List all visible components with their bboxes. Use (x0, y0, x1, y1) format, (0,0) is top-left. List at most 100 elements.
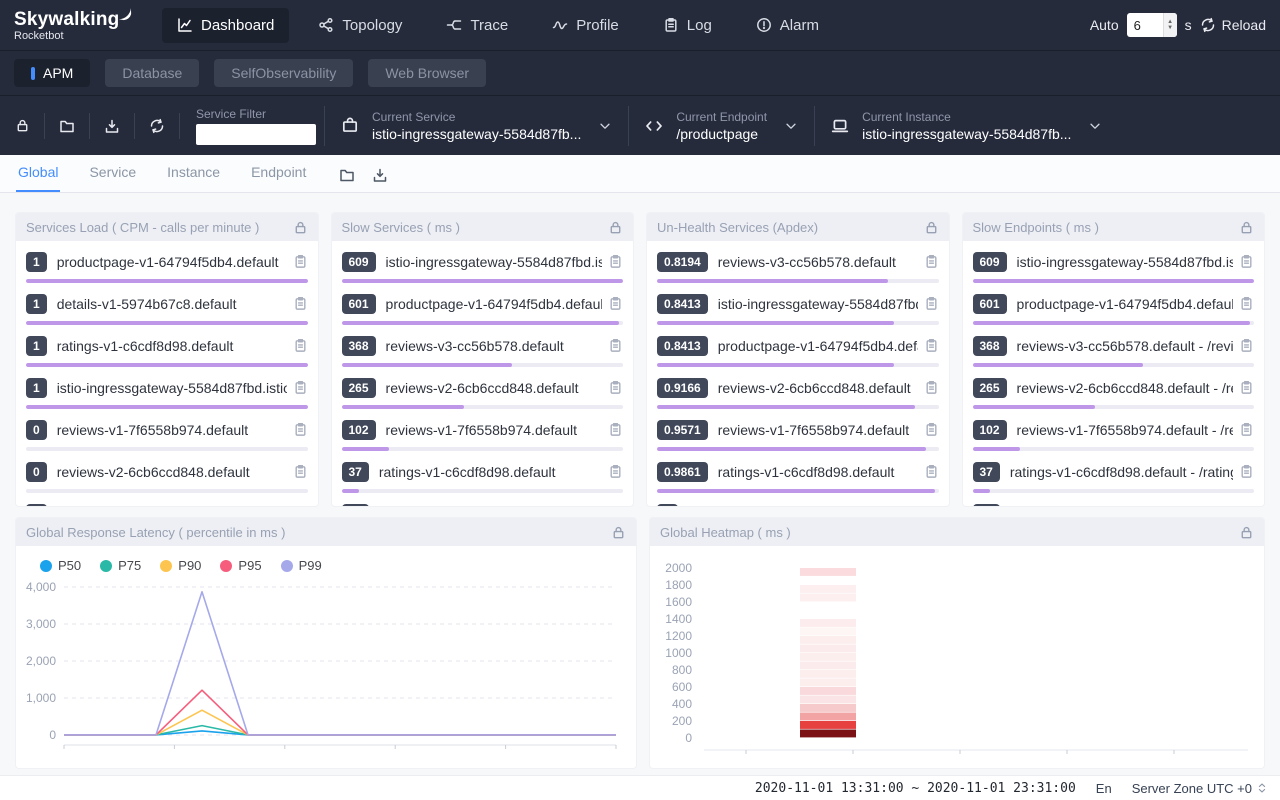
row-name: productpage-v1-64794f5db4.default (386, 296, 602, 312)
metric-row[interactable]: 0.8413 productpage-v1-64794f5db4.default (647, 325, 949, 367)
skywalking-dashboard: Skywalking Rocketbot Dashboard Topology … (0, 0, 1280, 768)
copy-icon[interactable] (924, 296, 939, 311)
tab-global[interactable]: Global (16, 164, 60, 192)
metric-row[interactable]: 609 istio-ingressgateway-5584d87fbd.isti… (963, 241, 1265, 283)
log-icon (663, 17, 679, 33)
metric-row[interactable]: 1 istio-ingressgateway-5584d87fbd.istio-… (16, 367, 318, 409)
dashboard-tab-database[interactable]: Database (105, 59, 199, 87)
toolbar-refresh-button[interactable] (135, 118, 179, 134)
metric-row[interactable]: 0.9571 reviews-v1-7f6558b974.default (647, 409, 949, 451)
legend-p90[interactable]: P90 (160, 558, 201, 573)
copy-icon[interactable] (608, 254, 623, 269)
selector-current-service[interactable]: Current Service istio-ingressgateway-558… (324, 106, 628, 146)
download-icon[interactable] (372, 167, 388, 183)
skywalking-logo[interactable]: Skywalking Rocketbot (14, 9, 146, 42)
metric-row[interactable]: 0 reviews-v2-6cb6ccd848.default (16, 451, 318, 493)
selector-current-endpoint[interactable]: Current Endpoint /productpage (628, 106, 814, 146)
legend-p50[interactable]: P50 (40, 558, 81, 573)
metric-row[interactable]: 1 productpage-v1-64794f5db4.default (16, 241, 318, 283)
copy-icon[interactable] (293, 296, 308, 311)
dashboard-tab-web-browser[interactable]: Web Browser (368, 59, 486, 87)
metric-row[interactable]: 0.8413 istio-ingressgateway-5584d87fbd..… (647, 283, 949, 325)
server-zone-control[interactable]: Server Zone UTC +0 (1132, 781, 1268, 796)
copy-icon[interactable] (293, 254, 308, 269)
legend-dot (160, 560, 172, 572)
spinner-arrows-icon[interactable]: ▲▼ (1163, 13, 1177, 37)
topology-icon (318, 17, 334, 33)
legend-p95[interactable]: P95 (220, 558, 261, 573)
metric-row[interactable]: 1 details-v1-5974b67c8.default (16, 283, 318, 325)
nav-item-alarm[interactable]: Alarm (741, 8, 834, 43)
time-range-picker[interactable]: 2020-11-01 13:31:00 ~ 2020-11-01 23:31:0… (755, 781, 1076, 796)
metric-row[interactable]: 37 ratings-v1-c6cdf8d98.default - /ratin… (963, 451, 1265, 493)
copy-icon[interactable] (924, 422, 939, 437)
svg-text:3,000: 3,000 (26, 617, 56, 631)
metric-row[interactable]: 37 ratings-v1-c6cdf8d98.default (332, 451, 634, 493)
selector-current-instance[interactable]: Current Instance istio-ingressgateway-55… (814, 106, 1118, 146)
language-toggle[interactable]: En (1096, 781, 1112, 796)
metric-row[interactable]: 265 reviews-v2-6cb6ccd848.default - /rev… (963, 367, 1265, 409)
service-filter-input[interactable] (196, 124, 316, 145)
row-name: productpage-v1-64794f5db4.default ... (1017, 296, 1233, 312)
metric-row[interactable]: 102 reviews-v1-7f6558b974.default - /rev… (963, 409, 1265, 451)
dashboard-tab-apm[interactable]: APM (14, 59, 90, 87)
toolbar-folder-button[interactable] (45, 118, 89, 134)
copy-icon[interactable] (293, 422, 308, 437)
metric-row[interactable]: 0.9861 ratings-v1-c6cdf8d98.default (647, 451, 949, 493)
metric-row[interactable]: 601 productpage-v1-64794f5db4.default (332, 283, 634, 325)
metric-row[interactable]: 0.9166 reviews-v2-6cb6ccd848.default (647, 367, 949, 409)
metric-row[interactable]: 368 reviews-v3-cc56b578.default (332, 325, 634, 367)
tab-instance[interactable]: Instance (165, 164, 222, 192)
copy-icon[interactable] (1239, 422, 1254, 437)
metric-row[interactable]: 265 reviews-v2-6cb6ccd848.default (332, 367, 634, 409)
nav-item-trace[interactable]: Trace (431, 8, 523, 43)
metric-row[interactable]: 0.8194 reviews-v3-cc56b578.default (647, 241, 949, 283)
dashboard-tab-selfobservability[interactable]: SelfObservability (214, 59, 353, 87)
metric-row[interactable]: 1 details-v1-5974b67c8.default (647, 493, 949, 506)
tab-endpoint[interactable]: Endpoint (249, 164, 308, 192)
nav-item-topology[interactable]: Topology (303, 8, 417, 43)
copy-icon[interactable] (924, 338, 939, 353)
copy-icon[interactable] (608, 380, 623, 395)
nav-item-profile[interactable]: Profile (537, 8, 634, 43)
service-filter-block: Service Filter (196, 107, 316, 145)
copy-icon[interactable] (1239, 254, 1254, 269)
copy-icon[interactable] (608, 296, 623, 311)
folder-icon[interactable] (339, 167, 355, 183)
copy-icon[interactable] (608, 422, 623, 437)
toolbar-lock-button[interactable] (0, 118, 44, 133)
legend-p99[interactable]: P99 (281, 558, 322, 573)
value-badge: 609 (973, 252, 1007, 272)
metric-row[interactable]: 24 details-v1-5974b67c8.default - /detai… (963, 493, 1265, 506)
metric-row[interactable]: 102 reviews-v1-7f6558b974.default (332, 409, 634, 451)
legend-p75[interactable]: P75 (100, 558, 141, 573)
metric-row[interactable]: 0 reviews-v3-cc56b578.default (16, 493, 318, 506)
metric-row[interactable]: 0 reviews-v1-7f6558b974.default (16, 409, 318, 451)
row-name: details-v1-5974b67c8.default (379, 506, 602, 507)
copy-icon[interactable] (1239, 464, 1254, 479)
copy-icon[interactable] (924, 464, 939, 479)
reload-button[interactable]: Reload (1200, 17, 1266, 33)
row-name: istio-ingressgateway-5584d87fbd.... (718, 296, 918, 312)
metric-row[interactable]: 609 istio-ingressgateway-5584d87fbd.isti… (332, 241, 634, 283)
auto-interval-input[interactable]: 6 ▲▼ (1127, 13, 1177, 37)
metric-row[interactable]: 601 productpage-v1-64794f5db4.default ..… (963, 283, 1265, 325)
metric-row[interactable]: 368 reviews-v3-cc56b578.default - /revie… (963, 325, 1265, 367)
nav-item-dashboard[interactable]: Dashboard (162, 8, 289, 43)
metric-row[interactable]: 24 details-v1-5974b67c8.default (332, 493, 634, 506)
copy-icon[interactable] (293, 464, 308, 479)
copy-icon[interactable] (924, 380, 939, 395)
copy-icon[interactable] (1239, 338, 1254, 353)
toolbar-download-button[interactable] (90, 118, 134, 134)
nav-item-log[interactable]: Log (648, 8, 727, 43)
tab-service[interactable]: Service (87, 164, 138, 192)
metric-row[interactable]: 1 ratings-v1-c6cdf8d98.default (16, 325, 318, 367)
spinner-arrows-icon[interactable] (1256, 782, 1268, 794)
copy-icon[interactable] (608, 464, 623, 479)
copy-icon[interactable] (924, 254, 939, 269)
copy-icon[interactable] (1239, 380, 1254, 395)
copy-icon[interactable] (293, 380, 308, 395)
copy-icon[interactable] (293, 338, 308, 353)
copy-icon[interactable] (1239, 296, 1254, 311)
copy-icon[interactable] (608, 338, 623, 353)
